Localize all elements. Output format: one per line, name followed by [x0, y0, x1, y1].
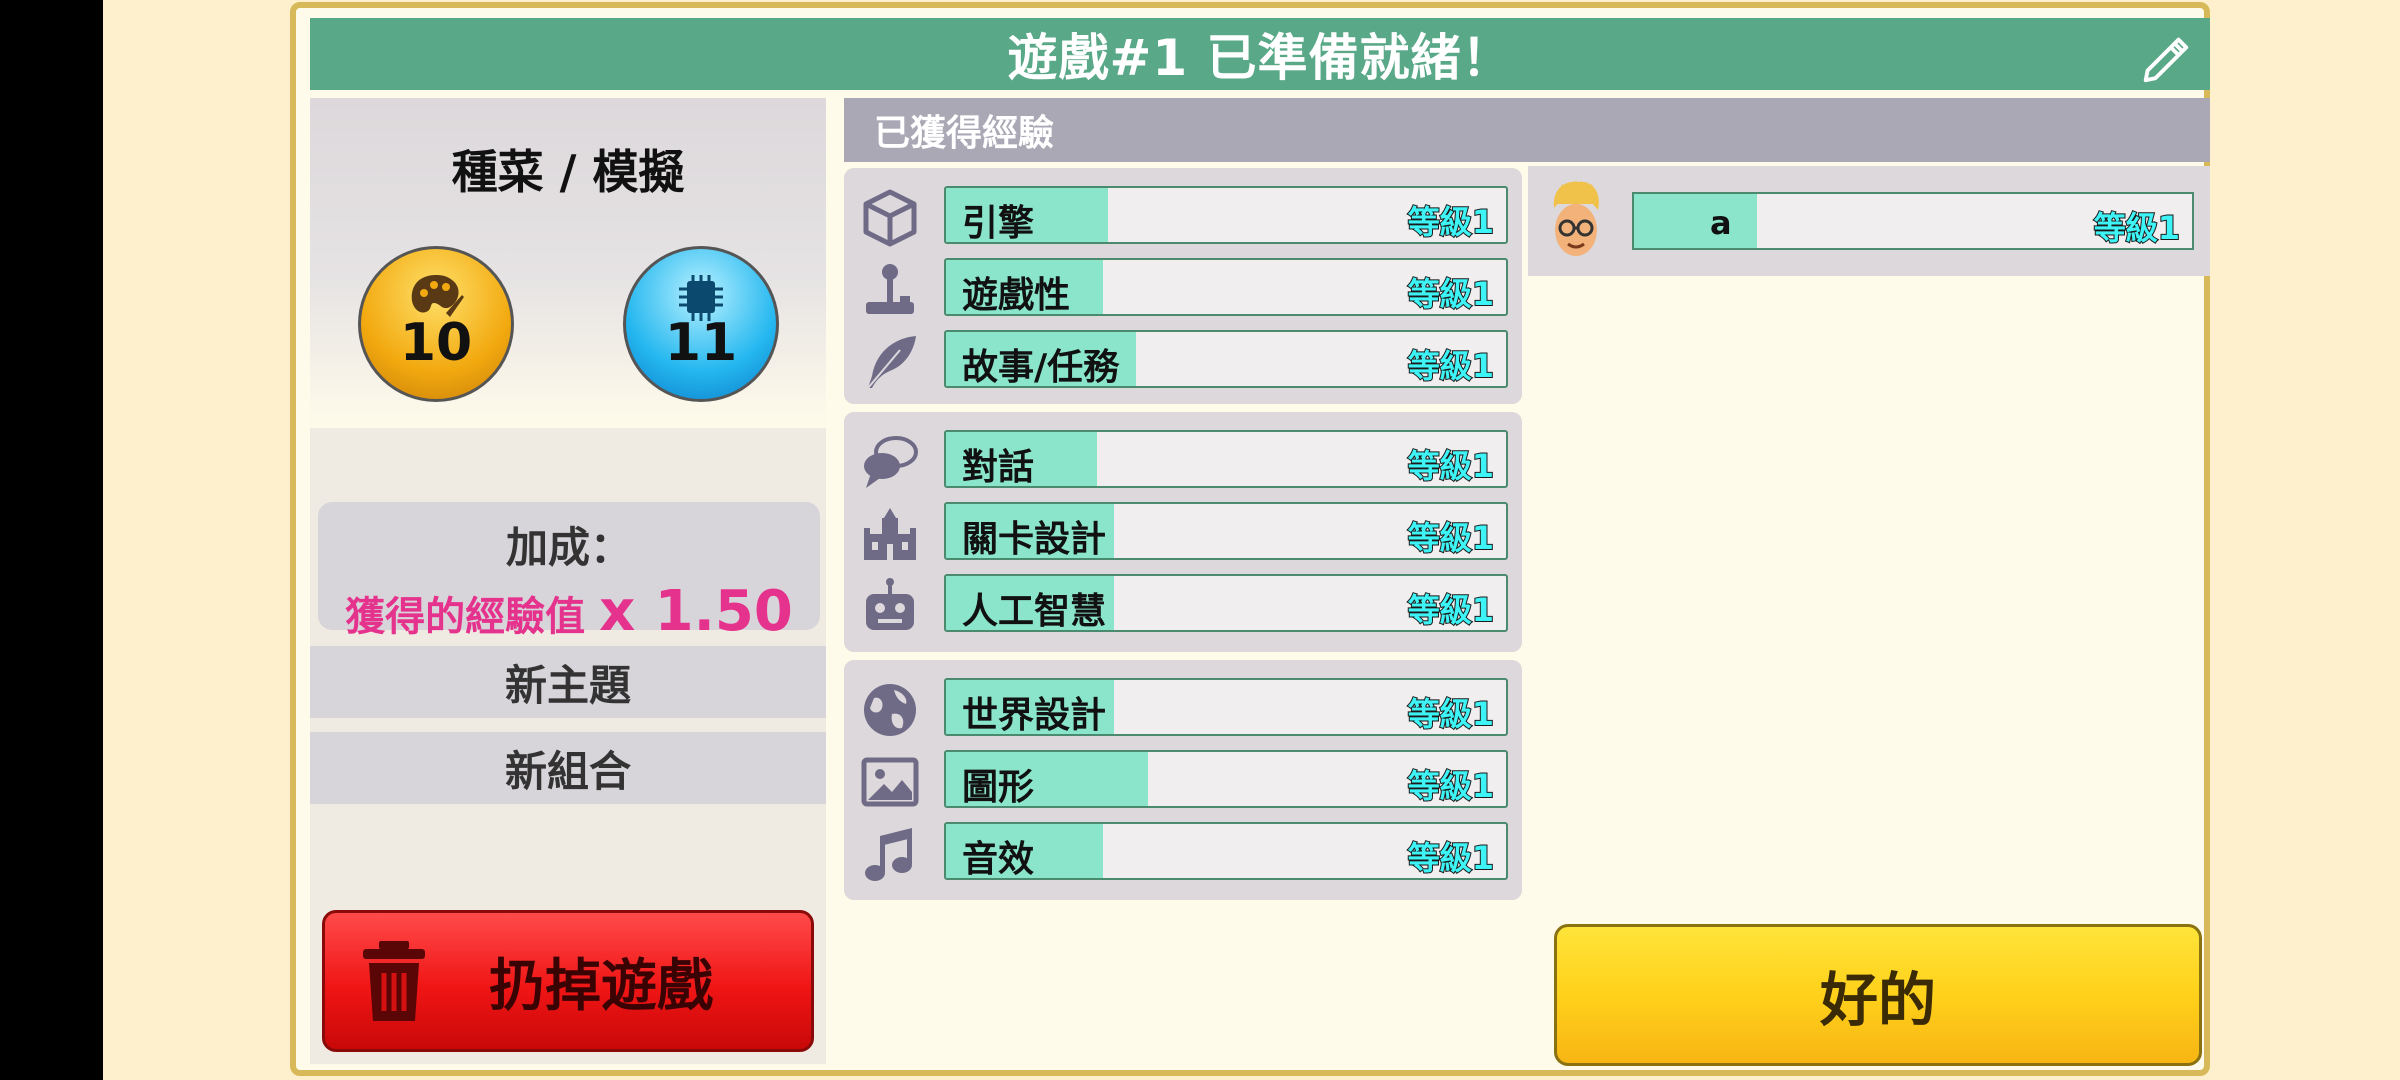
staff-experience-row: a 等級1: [1528, 166, 2210, 276]
skill-row-level-design: 關卡設計 等級1: [844, 498, 1522, 570]
skill-bar-gameplay: 遊戲性 等級1: [944, 258, 1508, 316]
castle-icon: [864, 508, 916, 560]
trash-game-button[interactable]: 扔掉遊戲: [322, 910, 814, 1052]
staff-avatar: [1553, 180, 1599, 256]
skill-name: 音效: [962, 839, 1035, 880]
skill-name: 遊戲性: [962, 275, 1071, 316]
skill-group-2: 對話 等級1 關卡設計 等級1 人工智慧 等級1: [844, 412, 1522, 652]
game-summary-panel: 種菜 / 模擬 10 11 加成： 獲得的經驗值 x 1.50 新主題 新組合 …: [310, 98, 826, 1064]
skill-level: 等級1: [1407, 766, 1495, 806]
skill-bar-story: 故事/任務 等級1: [944, 330, 1508, 388]
skill-row-world-design: 世界設計 等級1: [844, 674, 1522, 746]
bonus-text: 獲得的經驗值: [345, 594, 586, 640]
design-points-orb: 10: [358, 246, 514, 402]
staff-name: a: [1710, 204, 1732, 242]
skill-name: 關卡設計: [962, 519, 1107, 560]
bonus-multiplier: x 1.50: [599, 579, 793, 644]
skill-bar-graphics: 圖形 等級1: [944, 750, 1508, 808]
skill-bar-dialogue: 對話 等級1: [944, 430, 1508, 488]
skill-level: 等級1: [1407, 838, 1495, 878]
skill-level: 等級1: [1407, 590, 1495, 630]
skill-name: 世界設計: [962, 695, 1107, 736]
skill-row-gameplay: 遊戲性 等級1: [844, 254, 1522, 326]
skill-row-dialogue: 對話 等級1: [844, 426, 1522, 498]
bonus-box: 加成： 獲得的經驗值 x 1.50: [318, 502, 820, 644]
skill-row-sound: 音效 等級1: [844, 818, 1522, 890]
genre-topic-label: 種菜 / 模擬: [451, 145, 685, 199]
skill-row-engine: 引擎 等級1: [844, 182, 1522, 254]
genre-section: 種菜 / 模擬 10 11: [310, 98, 826, 428]
skill-name: 圖形: [962, 767, 1035, 808]
trash-icon: [363, 941, 425, 1021]
feather-icon: [867, 336, 916, 389]
skill-row-story: 故事/任務 等級1: [844, 326, 1522, 398]
skill-group-3: 世界設計 等級1 圖形 等級1 音效 等級1: [844, 660, 1522, 900]
new-topic-row: 新主題: [310, 646, 826, 718]
staff-exp-bar: a 等級1: [1632, 192, 2194, 250]
speech-bubbles-icon: [864, 436, 918, 488]
dialog-title: 遊戲#1 已準備就緒！: [1007, 29, 1513, 87]
skill-level: 等級1: [1407, 694, 1495, 734]
robot-icon: [866, 578, 914, 630]
skill-level: 等級1: [1407, 518, 1495, 558]
pencil-edit-icon[interactable]: [2136, 28, 2194, 86]
skill-row-graphics: 圖形 等級1: [844, 746, 1522, 818]
skill-row-ai: 人工智慧 等級1: [844, 570, 1522, 642]
design-points-value: 10: [399, 313, 473, 373]
game-ready-dialog: 遊戲#1 已準備就緒！ 種菜 / 模擬 10 11 加成： 獲得的經驗值 x 1…: [290, 2, 2210, 1076]
experience-header: 已獲得經驗: [844, 98, 2210, 162]
bonus-label: 加成：: [505, 523, 632, 572]
skill-bar-level-design: 關卡設計 等級1: [944, 502, 1508, 560]
skill-name: 人工智慧: [962, 591, 1107, 632]
skill-bar-engine: 引擎 等級1: [944, 186, 1508, 244]
bonus-value: 獲得的經驗值 x 1.50: [318, 579, 820, 644]
trash-label: 扔掉遊戲: [489, 953, 713, 1019]
staff-level: 等級1: [2093, 208, 2181, 248]
picture-icon: [861, 757, 919, 807]
tech-points-value: 11: [664, 313, 738, 373]
tech-points-orb: 11: [623, 246, 779, 402]
skill-bar-ai: 人工智慧 等級1: [944, 574, 1508, 632]
skill-name: 對話: [962, 447, 1035, 488]
skill-level: 等級1: [1407, 202, 1495, 242]
dialog-title-bar: 遊戲#1 已準備就緒！: [310, 18, 2210, 90]
music-note-icon: [865, 828, 912, 881]
skill-level: 等級1: [1407, 274, 1495, 314]
skill-name: 故事/任務: [962, 347, 1120, 388]
skill-bar-sound: 音效 等級1: [944, 822, 1508, 880]
skill-group-1: 引擎 等級1 遊戲性 等級1 故事/任務 等級1: [844, 168, 1522, 404]
skill-name: 引擎: [962, 203, 1035, 244]
staff-progress-fill: [1634, 194, 1757, 248]
engine-cube-icon: [863, 189, 917, 247]
skill-level: 等級1: [1407, 446, 1495, 486]
new-combination-row: 新組合: [310, 732, 826, 804]
joystick-icon: [866, 264, 914, 314]
skill-bar-world-design: 世界設計 等級1: [944, 678, 1508, 736]
skill-level: 等級1: [1407, 346, 1495, 386]
ok-button[interactable]: 好的: [1554, 924, 2202, 1066]
globe-icon: [864, 684, 916, 736]
